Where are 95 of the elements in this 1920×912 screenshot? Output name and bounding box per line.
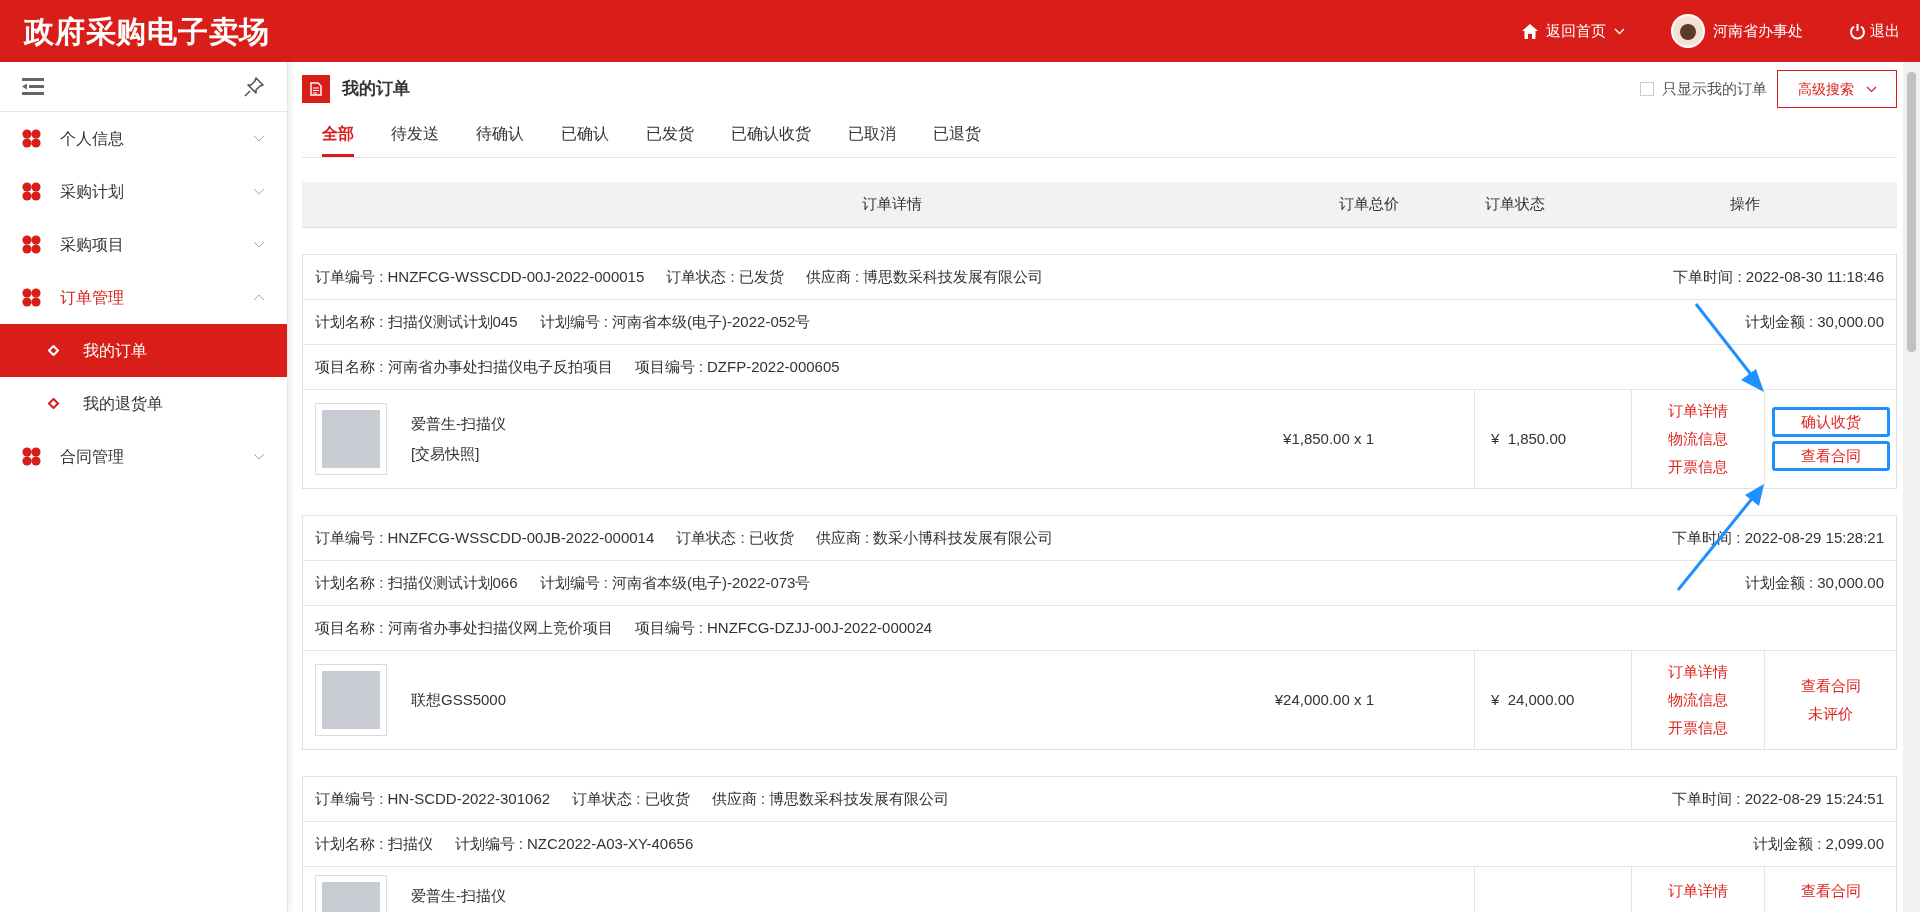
document-icon: [302, 75, 330, 103]
menu-collapse-icon[interactable]: [22, 78, 44, 95]
project-name: 项目名称 : 河南省办事处扫描仪网上竞价项目: [315, 617, 613, 638]
chevron-down-icon: [253, 241, 265, 248]
sidebar-item[interactable]: 采购项目: [0, 218, 287, 271]
diamond-icon: [48, 345, 59, 356]
avatar-icon[interactable]: [1671, 14, 1705, 48]
column-header: 订单总价: [1338, 194, 1400, 215]
plan-number: 计划编号 : NZC2022-A03-XY-40656: [454, 833, 694, 854]
pin-icon[interactable]: [243, 75, 265, 98]
action-link[interactable]: 查看合同: [1771, 441, 1890, 471]
sidebar-item[interactable]: 合同管理: [0, 430, 287, 483]
status-link[interactable]: 订单详情: [1668, 660, 1728, 684]
status-link[interactable]: 开票信息: [1668, 716, 1728, 740]
tab[interactable]: 全部: [322, 110, 354, 157]
chevron-down-icon: [253, 453, 265, 460]
tab[interactable]: 已确认收货: [731, 110, 811, 157]
product-name[interactable]: 联想GSS5000: [411, 688, 507, 712]
snapshot-link[interactable]: [交易快照]: [411, 443, 506, 466]
clover-icon: [22, 447, 41, 466]
order-time: 下单时间 : 2022-08-30 11:18:46: [1673, 266, 1884, 287]
page-title: 我的订单: [342, 78, 410, 101]
tab[interactable]: 已退货: [933, 110, 981, 157]
status-link[interactable]: 订单详情: [1668, 399, 1728, 423]
plan-number: 计划编号 : 河南省本级(电子)-2022-073号: [539, 572, 811, 593]
clover-icon: [22, 235, 41, 254]
column-header: 订单状态: [1483, 194, 1546, 215]
unit-price: ¥24,000.00 x 1: [1274, 689, 1374, 710]
power-icon: [1849, 22, 1866, 40]
plan-name: 计划名称 : 扫描仪测试计划066: [315, 572, 518, 593]
action-link[interactable]: 未评价: [1808, 702, 1853, 726]
plan-amount: 计划金额 : 30,000.00: [1744, 572, 1884, 593]
scrollbar[interactable]: [1903, 62, 1920, 912]
logout-link[interactable]: 退出: [1849, 19, 1900, 43]
only-mine-checkbox[interactable]: 只显示我的订单: [1640, 77, 1767, 101]
site-logo-text[interactable]: 政府采购电子卖场: [24, 8, 270, 54]
diamond-icon: [48, 398, 59, 409]
tab[interactable]: 待发送: [391, 110, 439, 157]
project-name: 项目名称 : 河南省办事处扫描仪电子反拍项目: [315, 356, 613, 377]
product-name[interactable]: 爱普生-扫描仪: [411, 885, 506, 908]
sidebar-item[interactable]: 个人信息: [0, 112, 287, 165]
product-thumbnail[interactable]: [315, 403, 387, 475]
tab[interactable]: 已取消: [848, 110, 896, 157]
chevron-down-icon: [253, 135, 265, 142]
plan-amount: 计划金额 : 30,000.00: [1744, 311, 1884, 332]
chevron-up-icon: [253, 294, 265, 301]
total-price: ¥ 1,850.00: [1491, 428, 1567, 449]
sidebar-item[interactable]: 订单管理: [0, 271, 287, 324]
action-link[interactable]: 查看合同: [1800, 879, 1861, 903]
status-link[interactable]: 开票信息: [1668, 455, 1728, 479]
product-thumbnail[interactable]: [315, 664, 387, 736]
tab[interactable]: 已确认: [561, 110, 609, 157]
clover-icon: [22, 182, 41, 201]
plan-amount: 计划金额 : 2,099.00: [1753, 833, 1884, 854]
order-number: 订单编号 : HNZFCG-WSSCDD-00J-2022-000015: [315, 266, 645, 287]
supplier-name: 供应商 : 博思数采科技发展有限公司: [711, 788, 950, 809]
column-header: 订单详情: [861, 194, 923, 215]
chevron-down-icon: [253, 188, 265, 195]
photo-placeholder: [322, 671, 380, 729]
unit-price: ¥1,850.00 x 1: [1283, 428, 1374, 449]
supplier-name: 供应商 : 博思数采科技发展有限公司: [805, 266, 1044, 287]
action-link[interactable]: 查看合同: [1800, 674, 1861, 698]
order-time: 下单时间 : 2022-08-29 15:24:51: [1672, 788, 1884, 809]
clover-icon: [22, 288, 41, 307]
order-number: 订单编号 : HN-SCDD-2022-301062: [315, 788, 551, 809]
tab[interactable]: 已发货: [646, 110, 694, 157]
caret-down-icon: [1865, 85, 1877, 93]
plan-name: 计划名称 : 扫描仪测试计划045: [315, 311, 518, 332]
order-status: 订单状态 : 已收货: [572, 788, 690, 809]
sidebar-subitem[interactable]: 我的退货单: [0, 377, 287, 430]
order-status: 订单状态 : 已发货: [666, 266, 784, 287]
total-price: ¥ 24,000.00: [1491, 689, 1575, 710]
advanced-search-button[interactable]: 高级搜索: [1777, 70, 1897, 108]
home-icon: [1522, 23, 1538, 39]
clover-icon: [22, 129, 41, 148]
plan-name: 计划名称 : 扫描仪: [315, 833, 433, 854]
status-link[interactable]: 订单详情: [1668, 879, 1728, 903]
photo-placeholder: [322, 410, 380, 468]
supplier-name: 供应商 : 数采小博科技发展有限公司: [815, 527, 1054, 548]
caret-down-icon: [1614, 27, 1625, 35]
project-number: 项目编号 : HNZFCG-DZJJ-00J-2022-000024: [634, 617, 933, 638]
order-number: 订单编号 : HNZFCG-WSSCDD-00JB-2022-000014: [315, 527, 655, 548]
sidebar-subitem[interactable]: 我的订单: [0, 324, 287, 377]
home-link[interactable]: 返回首页: [1522, 19, 1625, 43]
column-header: 操作: [1729, 194, 1761, 215]
action-link[interactable]: 确认收货: [1771, 407, 1890, 437]
sidebar-item[interactable]: 采购计划: [0, 165, 287, 218]
order-status: 订单状态 : 已收货: [676, 527, 794, 548]
project-number: 项目编号 : DZFP-2022-000605: [634, 356, 840, 377]
product-name[interactable]: 爱普生-扫描仪: [411, 412, 506, 435]
status-link[interactable]: 物流信息: [1668, 688, 1728, 712]
status-link[interactable]: 物流信息: [1668, 427, 1728, 451]
user-name[interactable]: 河南省办事处: [1713, 19, 1803, 43]
tab[interactable]: 待确认: [476, 110, 524, 157]
plan-number: 计划编号 : 河南省本级(电子)-2022-052号: [539, 311, 811, 332]
